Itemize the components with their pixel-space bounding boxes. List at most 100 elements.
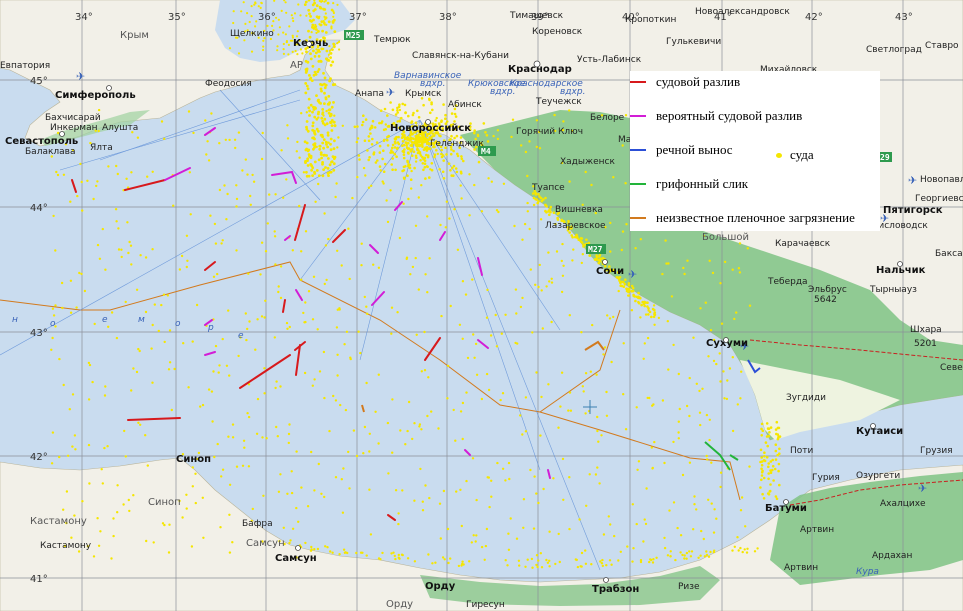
ship-dot [139,254,142,257]
ship-dot [363,295,366,299]
ship-dot [327,174,330,178]
ship-dot [368,488,371,491]
legend-item-griffin-slick: грифонный слик [630,175,748,193]
ship-dot [282,31,285,34]
ship-dot [707,498,710,501]
ship-dot [580,261,583,265]
ship-dot [297,3,300,6]
ship-dot [277,33,280,36]
ship-dot [250,50,254,53]
ship-dot [291,249,294,252]
legend-label: неизвестное пленочное загрязнение [656,210,855,225]
ship-dot [410,187,413,190]
ship-dot [412,137,415,140]
ship-dot [323,117,327,121]
ship-dot [418,136,422,139]
ship-dot [627,294,631,297]
ship-dot [465,391,468,394]
ship-dot [401,169,404,173]
ship-dot [692,336,695,339]
ship-dot [98,257,102,260]
ship-dot [771,464,775,468]
ship-dot [151,323,154,327]
ship-dot [423,330,426,334]
svg-text:Севастополь: Севастополь [5,136,78,147]
ship-dot [294,49,297,53]
ship-dot [52,214,55,218]
ship-dot [445,153,448,156]
ship-dot [247,415,251,419]
svg-text:Щелкино: Щелкино [230,29,274,39]
ship-dot [107,325,110,328]
ship-dot [103,394,107,397]
ship-dot [209,214,212,217]
ship-dot [397,553,400,557]
ship-dot [739,509,743,512]
ship-dot [274,263,277,266]
ship-dot [674,558,677,562]
ship-dot [246,173,249,176]
ship-dot [275,425,278,429]
ship-dot [690,550,694,553]
ship-dot [449,557,452,560]
ship-dot [69,279,73,282]
ship-dot [282,48,285,51]
ship-dot [117,248,121,251]
ship-dot [726,379,729,382]
ship-dot [417,149,420,152]
ship-dot [377,442,380,445]
ship-dot [403,134,406,137]
svg-text:✈: ✈ [76,70,85,83]
ship-dot [418,152,422,155]
ship-dot [572,248,575,251]
ship-dot [504,313,507,316]
svg-text:Поти: Поти [790,446,814,456]
ship-dot [672,501,676,504]
ship-dot [622,281,625,284]
ship-dot [367,158,371,162]
svg-text:35°: 35° [168,12,186,23]
ship-dot [357,154,361,157]
ship-dot [101,482,105,485]
ship-dot [475,498,478,502]
ship-dot [483,558,486,561]
ship-dot [562,120,565,123]
ship-dot [393,554,396,558]
ship-dot [430,102,433,106]
ship-dot [322,138,326,142]
ship-dot [548,565,551,568]
ship-dot [324,96,328,100]
ship-dot [609,523,612,526]
ship-dot [672,343,675,347]
ship-dot [79,162,82,166]
ship-dot [62,508,65,511]
ship-dot [51,431,55,434]
ship-dot [507,461,511,465]
ship-dot [279,473,282,476]
ship-dot [386,138,389,142]
ship-dot [338,307,341,310]
svg-text:✈: ✈ [386,86,395,99]
ship-dot [609,250,612,253]
ship-dot [545,285,548,288]
ship-dot [312,73,316,77]
ship-dot [371,119,375,123]
ship-dot [124,300,127,304]
ship-dot [410,169,413,173]
ship-dot [324,244,328,247]
ship-dot [235,465,239,468]
ship-dot [326,546,329,549]
ship-dot [237,52,241,55]
ship-dot [444,226,447,229]
ship-dot [450,134,453,138]
ship-dot [321,174,325,178]
ship-dot [524,430,528,433]
ship-dot [416,135,420,138]
ship-dot [486,288,489,292]
ship-dot [88,363,92,367]
ship-dot [75,306,78,309]
svg-text:Евпатория: Евпатория [0,61,50,71]
ship-dot [542,487,545,491]
svg-text:Лазаревское: Лазаревское [545,221,606,231]
ship-dot [325,154,328,157]
